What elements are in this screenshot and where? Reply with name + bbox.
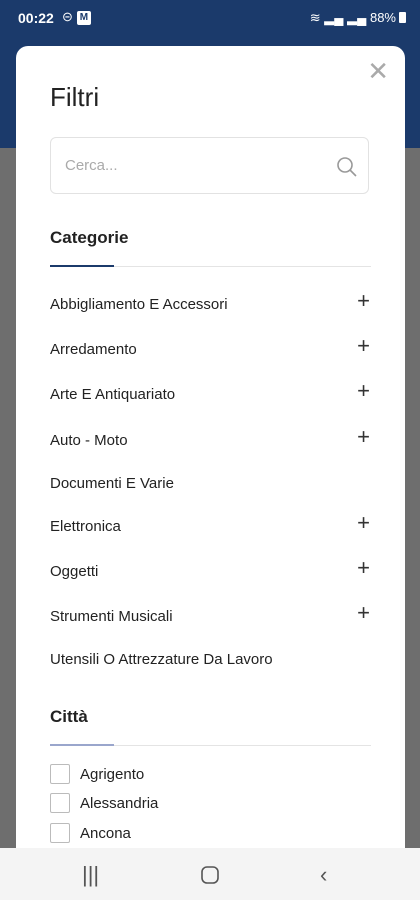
category-label: Strumenti Musicali bbox=[50, 608, 173, 625]
category-label: Utensili O Attrezzature Da Lavoro bbox=[50, 651, 273, 668]
category-label: Documenti E Varie bbox=[50, 475, 174, 492]
city-option[interactable]: Agrigento bbox=[50, 764, 350, 788]
categories-title: Categorie bbox=[50, 228, 129, 247]
battery-level: 88% bbox=[369, 10, 396, 25]
modal-title: Filtri bbox=[50, 82, 100, 112]
plus-icon[interactable]: + bbox=[357, 290, 370, 312]
city-label: Agrigento bbox=[80, 766, 145, 783]
plus-icon[interactable]: + bbox=[357, 557, 370, 579]
battery-icon bbox=[399, 12, 406, 23]
home-icon[interactable] bbox=[200, 865, 220, 885]
category-item[interactable]: Arredamento + bbox=[50, 335, 370, 365]
cities-title: Città bbox=[50, 707, 88, 726]
city-option[interactable]: Ancona bbox=[50, 823, 350, 847]
section-active-indicator bbox=[50, 744, 114, 746]
search-field[interactable] bbox=[50, 137, 369, 194]
back-icon[interactable]: ‹ bbox=[320, 862, 327, 888]
status-time: 00:22 bbox=[18, 10, 54, 26]
category-label: Arte E Antiquariato bbox=[50, 386, 176, 403]
city-label: Ancona bbox=[80, 825, 131, 842]
recents-icon[interactable]: ||| bbox=[82, 862, 99, 888]
plus-icon[interactable]: + bbox=[357, 426, 370, 448]
category-item[interactable]: Abbigliamento E Accessori + bbox=[50, 290, 370, 320]
category-label: Auto - Moto bbox=[50, 432, 128, 449]
category-label: Elettronica bbox=[50, 518, 121, 535]
plus-icon[interactable]: + bbox=[357, 380, 370, 402]
city-option[interactable]: Alessandria bbox=[50, 793, 350, 817]
city-checkbox[interactable] bbox=[50, 793, 70, 813]
search-input[interactable] bbox=[63, 156, 327, 175]
category-item[interactable]: Documenti E Varie bbox=[50, 469, 370, 499]
wifi-signal-icon: ≋ ▂▄ ▂▄ bbox=[309, 10, 367, 25]
city-checkbox[interactable] bbox=[50, 823, 70, 843]
city-label: Alessandria bbox=[80, 795, 159, 812]
plus-icon[interactable]: + bbox=[357, 512, 370, 534]
category-label: Oggetti bbox=[50, 563, 99, 580]
category-label: Arredamento bbox=[50, 341, 137, 358]
search-icon[interactable] bbox=[336, 156, 358, 178]
category-item[interactable]: Strumenti Musicali + bbox=[50, 602, 370, 632]
plus-icon[interactable]: + bbox=[357, 602, 370, 624]
plus-icon[interactable]: + bbox=[357, 335, 370, 357]
close-icon[interactable]: ✕ bbox=[367, 58, 389, 84]
category-item[interactable]: Auto - Moto + bbox=[50, 426, 370, 456]
category-item[interactable]: Arte E Antiquariato + bbox=[50, 380, 370, 410]
system-nav-bar: ||| ‹ bbox=[0, 848, 420, 900]
status-right: ≋ ▂▄ ▂▄ 88% bbox=[310, 10, 406, 26]
category-item[interactable]: Oggetti + bbox=[50, 557, 370, 587]
category-item[interactable]: Utensili O Attrezzature Da Lavoro bbox=[50, 645, 370, 675]
category-item[interactable]: Elettronica + bbox=[50, 512, 370, 542]
city-checkbox[interactable] bbox=[50, 764, 70, 784]
mail-notification-icon: M bbox=[76, 10, 91, 25]
status-left-icons: ⊝ M bbox=[62, 9, 91, 25]
category-label: Abbigliamento E Accessori bbox=[50, 296, 228, 313]
status-bar: 00:22 ⊝ M ≋ ▂▄ ▂▄ 88% bbox=[0, 0, 420, 36]
filters-modal: ✕ Filtri Categorie Abbigliamento E Acces… bbox=[16, 46, 405, 848]
section-active-indicator bbox=[50, 265, 114, 267]
